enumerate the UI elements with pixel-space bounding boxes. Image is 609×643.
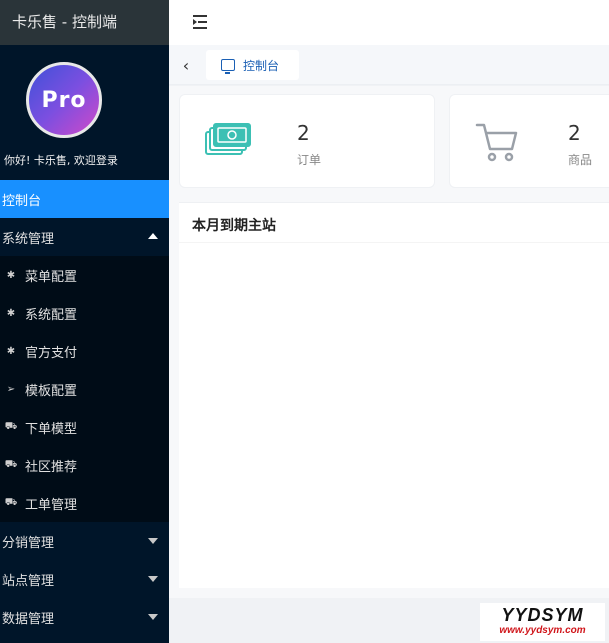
gear-icon: ✱ bbox=[6, 269, 16, 281]
product-label: 商品 bbox=[568, 153, 593, 167]
main-content: 2 订单 2 商品 本月到期主站 bbox=[169, 86, 609, 598]
sidebar-item-label: 站点管理 bbox=[2, 573, 55, 589]
sidebar-item-template-config[interactable]: ➢ 模板配置 bbox=[0, 370, 169, 408]
panel-title: 本月到期主站 bbox=[179, 203, 609, 243]
sidebar-group-sites[interactable]: 站点管理 bbox=[0, 560, 169, 598]
caret-down-icon bbox=[148, 538, 158, 544]
car-icon: ⛟ bbox=[4, 496, 18, 508]
caret-down-icon bbox=[148, 576, 158, 582]
sidebar-item-label: 控制台 bbox=[2, 193, 42, 209]
sidebar-item-dashboard[interactable]: 控制台 bbox=[0, 180, 169, 218]
top-header bbox=[169, 0, 609, 45]
sidebar-item-label: 模板配置 bbox=[25, 383, 78, 399]
order-label: 订单 bbox=[297, 153, 322, 167]
monitor-icon bbox=[221, 59, 235, 74]
order-count: 2 bbox=[297, 121, 310, 145]
sidebar-item-label: 社区推荐 bbox=[25, 459, 78, 475]
sidebar-item-label: 系统配置 bbox=[25, 307, 78, 323]
sidebar-item-label: 数据管理 bbox=[2, 611, 55, 627]
sidebar-item-system-config[interactable]: ✱ 系统配置 bbox=[0, 294, 169, 332]
chevron-left-icon[interactable]: ‹ bbox=[179, 56, 193, 75]
stat-card-products[interactable]: 2 商品 bbox=[449, 94, 609, 188]
sidebar-item-label: 下单模型 bbox=[25, 421, 78, 437]
tabs-bar: ‹ 控制台 bbox=[169, 45, 609, 85]
sidebar-item-community[interactable]: ⛟ 社区推荐 bbox=[0, 446, 169, 484]
sidebar-item-label: 分销管理 bbox=[2, 535, 55, 551]
sidebar-item-menu-config[interactable]: ✱ 菜单配置 bbox=[0, 256, 169, 294]
expiring-sites-panel: 本月到期主站 bbox=[179, 202, 609, 588]
watermark-url: www.yydsym.com bbox=[499, 625, 586, 636]
gear-icon: ✱ bbox=[6, 307, 16, 319]
sidebar-item-label: 菜单配置 bbox=[25, 269, 78, 285]
sidebar-item-order-model[interactable]: ⛟ 下单模型 bbox=[0, 408, 169, 446]
sidebar: 卡乐售 - 控制端 Pro 你好! 卡乐售, 欢迎登录 控制台 系统管理 ✱ 菜… bbox=[0, 0, 169, 643]
sidebar-group-system[interactable]: 系统管理 bbox=[0, 218, 169, 256]
send-icon: ➢ bbox=[6, 383, 16, 395]
gear-icon: ✱ bbox=[6, 345, 16, 357]
tab-label: 控制台 bbox=[243, 58, 280, 73]
caret-up-icon bbox=[148, 233, 158, 239]
car-icon: ⛟ bbox=[4, 458, 18, 470]
menu-fold-icon[interactable] bbox=[193, 15, 209, 29]
app-title: 卡乐售 - 控制端 bbox=[0, 0, 169, 45]
sidebar-item-label: 工单管理 bbox=[25, 497, 78, 513]
sidebar-item-tickets[interactable]: ⛟ 工单管理 bbox=[0, 484, 169, 522]
sidebar-item-label: 系统管理 bbox=[2, 231, 55, 247]
car-icon: ⛟ bbox=[4, 420, 18, 432]
sidebar-group-data[interactable]: 数据管理 bbox=[0, 598, 169, 636]
user-profile: Pro 你好! 卡乐售, 欢迎登录 bbox=[0, 45, 169, 180]
caret-down-icon bbox=[148, 614, 158, 620]
watermark-brand: YYDSYM bbox=[501, 605, 584, 625]
sidebar-item-official-payment[interactable]: ✱ 官方支付 bbox=[0, 332, 169, 370]
watermark: YYDSYM www.yydsym.com bbox=[480, 603, 605, 641]
stat-card-orders[interactable]: 2 订单 bbox=[179, 94, 435, 188]
sidebar-group-distribution[interactable]: 分销管理 bbox=[0, 522, 169, 560]
avatar[interactable]: Pro bbox=[26, 62, 102, 138]
welcome-text: 你好! 卡乐售, 欢迎登录 bbox=[4, 154, 118, 167]
tab-dashboard[interactable]: 控制台 bbox=[206, 50, 299, 80]
cart-icon bbox=[475, 123, 518, 162]
product-count: 2 bbox=[568, 121, 581, 145]
money-icon bbox=[205, 123, 251, 155]
sidebar-item-label: 官方支付 bbox=[25, 345, 78, 361]
